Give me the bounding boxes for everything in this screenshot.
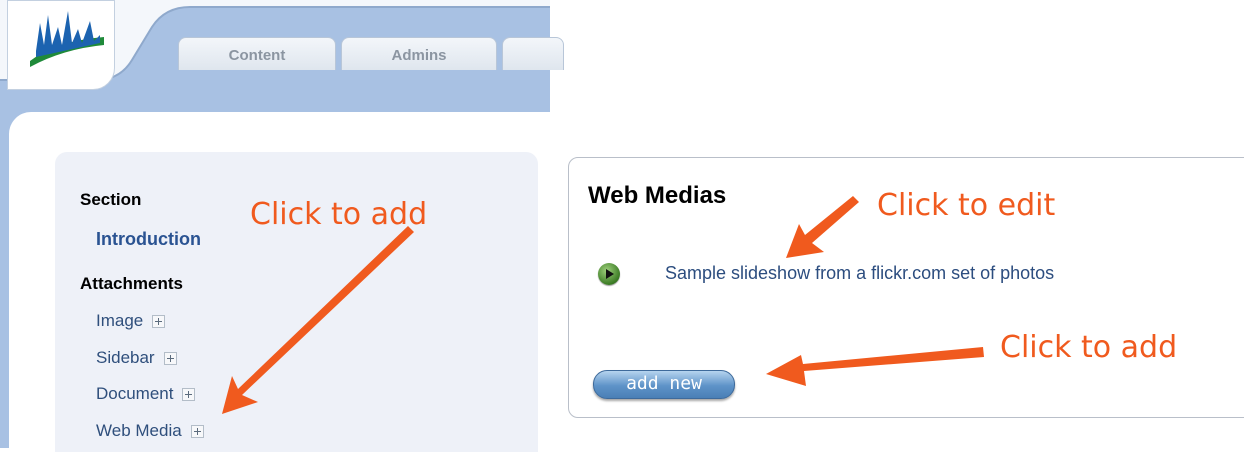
annotation-arrows: [222, 196, 984, 414]
arrow-to-add-new-icon: [766, 347, 984, 386]
arrow-to-media-item-icon: [786, 196, 859, 258]
arrow-to-web-media-icon: [222, 226, 414, 414]
